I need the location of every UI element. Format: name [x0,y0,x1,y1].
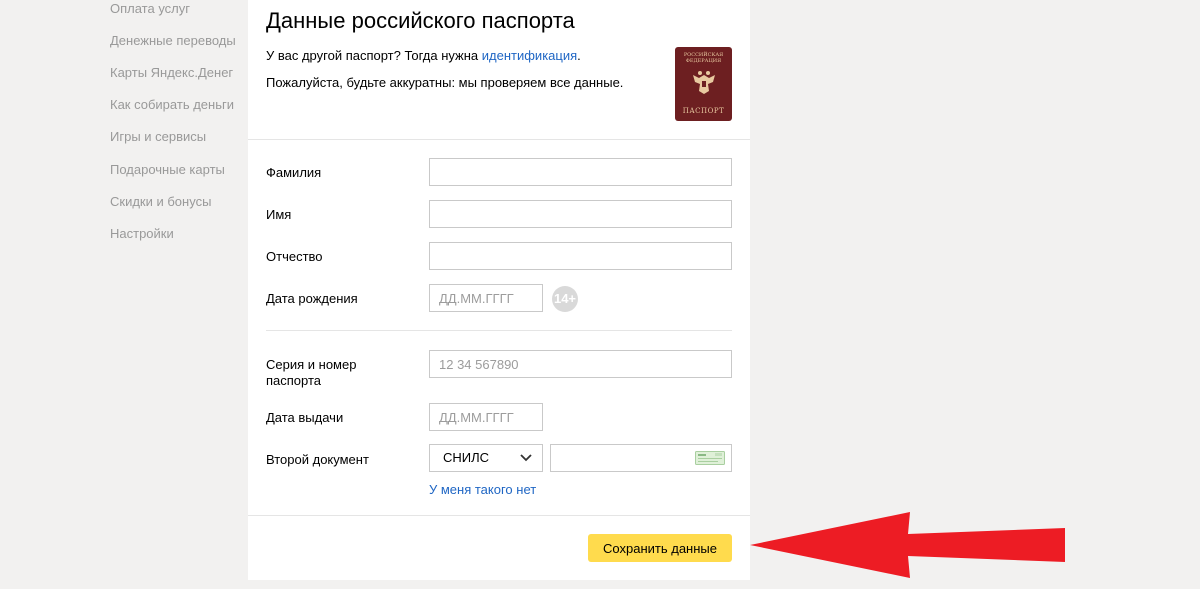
careful-note: Пожалуйста, будьте аккуратны: мы проверя… [266,75,624,90]
chevron-down-icon [520,454,532,462]
age-14-plus-badge: 14+ [552,286,578,312]
sidebar-item-games[interactable]: Игры и сервисы [110,129,206,144]
name-input[interactable] [429,200,732,228]
birth-date-input[interactable] [429,284,543,312]
patronymic-input[interactable] [429,242,732,270]
snils-card-icon [695,451,725,465]
red-arrow-annotation [750,512,1065,578]
second-document-selected: СНИЛС [443,450,490,465]
other-passport-note: У вас другой паспорт? Тогда нужна иденти… [266,48,581,63]
passport-image: РОССИЙСКАЯ ФЕДЕРАЦИЯ ПАСПОРТ [675,47,732,121]
divider [248,139,750,140]
second-document-label: Второй документ [266,452,369,467]
sidebar-item-transfers[interactable]: Денежные переводы [110,33,236,48]
second-document-select[interactable]: СНИЛС [429,444,543,472]
issue-date-label: Дата выдачи [266,410,344,425]
page-title: Данные российского паспорта [266,8,575,33]
surname-input[interactable] [429,158,732,186]
divider [248,515,750,516]
passport-number-label: Серия и номер паспорта [266,357,357,388]
surname-label: Фамилия [266,165,322,180]
issue-date-input[interactable] [429,403,543,431]
name-label: Имя [266,207,292,222]
sidebar-item-payments[interactable]: Оплата услуг [110,1,190,16]
double-headed-eagle-icon [693,71,715,94]
passport-form-card: Данные российского паспорта У вас другой… [248,0,750,580]
patronymic-label: Отчество [266,249,323,264]
save-data-button[interactable]: Сохранить данные [588,534,732,562]
birth-date-label: Дата рождения [266,291,358,306]
sidebar-item-cards[interactable]: Карты Яндекс.Денег [110,65,233,80]
passport-number-input[interactable] [429,350,732,378]
sidebar-item-gift-cards[interactable]: Подарочные карты [110,162,225,177]
sidebar-item-settings[interactable]: Настройки [110,226,174,241]
divider [266,330,732,331]
no-such-document-link[interactable]: У меня такого нет [429,482,536,497]
passport-cover-top-text: РОССИЙСКАЯ ФЕДЕРАЦИЯ [683,52,724,64]
identification-link[interactable]: идентификация [482,48,577,63]
sidebar-item-discounts[interactable]: Скидки и бонусы [110,194,211,209]
sidebar-item-fundraising[interactable]: Как собирать деньги [110,97,234,112]
passport-cover-bottom-text: ПАСПОРТ [682,107,725,115]
